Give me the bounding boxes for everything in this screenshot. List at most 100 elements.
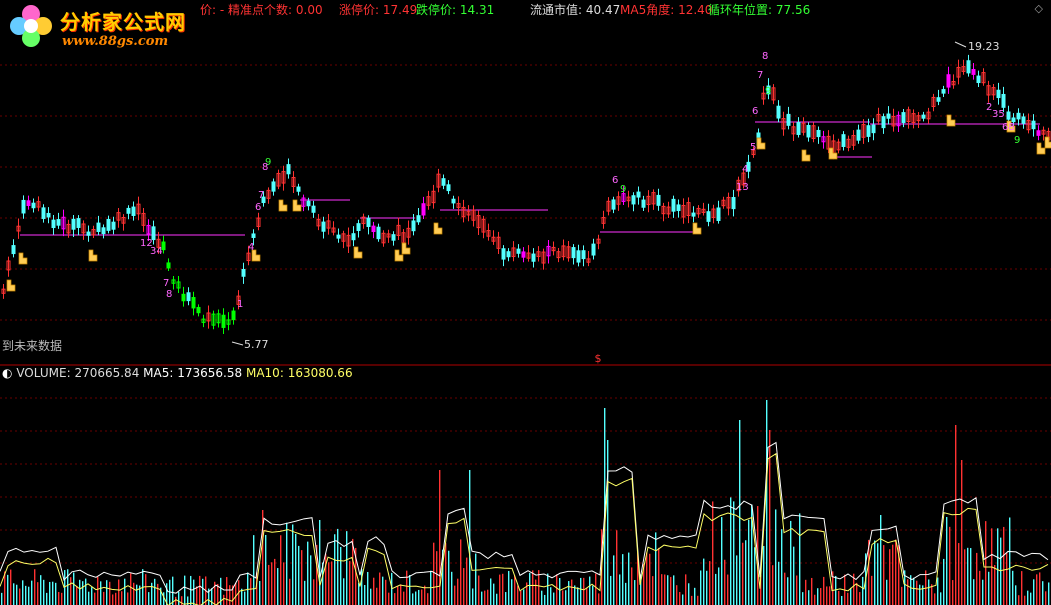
volume-bar [193, 579, 195, 605]
volume-bar [706, 570, 708, 605]
volume-bar [814, 594, 816, 605]
volume-bar [481, 591, 483, 605]
volume-bar [970, 548, 972, 605]
wave-count-label: 1 [237, 299, 243, 310]
volume-bar [460, 539, 462, 605]
volume-bar [247, 572, 249, 605]
volume-bar [319, 520, 321, 605]
volume-bar [541, 590, 543, 605]
volume-bar [145, 574, 147, 605]
volume-bar [820, 588, 822, 605]
volume-bar [28, 586, 30, 605]
wave-count-label: 8 [762, 51, 768, 62]
limit-up-value: 17.49 [382, 3, 418, 17]
volume-bar [547, 573, 549, 605]
volume-bar [745, 540, 747, 605]
volume-bar [499, 574, 501, 605]
volume-bar [901, 586, 903, 605]
volume-bar [424, 585, 426, 605]
volume-bar [7, 574, 9, 605]
grid-lines [0, 64, 1051, 564]
volume-bar [415, 591, 417, 605]
volume-bar [472, 588, 474, 605]
volume-bar [811, 577, 813, 605]
flower-logo-icon [10, 5, 52, 47]
volume-bar [511, 579, 513, 605]
volume-bar [838, 590, 840, 605]
header-float-cap: 流通市值: 40.47 [530, 1, 620, 17]
logo-title: 分析家公式网 [60, 10, 186, 34]
volume-bar [817, 588, 819, 605]
volume-bar [667, 575, 669, 605]
volume-bar [52, 581, 54, 605]
volume-bar [199, 575, 201, 605]
volume-bar [943, 558, 945, 605]
volume-bar [1003, 526, 1005, 605]
volume-bar [334, 534, 336, 605]
volume-bar [337, 528, 339, 605]
volume-bar [577, 587, 579, 605]
volume-bar [973, 579, 975, 605]
hand-pointer-icon [278, 199, 288, 212]
volume-bar [373, 577, 375, 605]
volume-bar [1048, 582, 1050, 605]
volume-bar [529, 572, 531, 605]
hand-pointer-icon [1036, 142, 1046, 155]
volume-bar [136, 584, 138, 605]
volume-bar [523, 589, 525, 605]
volume-bar [280, 535, 282, 605]
volume-bar [328, 562, 330, 605]
volume-bar [118, 579, 120, 605]
volume-bar [568, 581, 570, 605]
volume-bar [457, 578, 459, 605]
volume-bar [73, 572, 75, 605]
volume-bar [1024, 595, 1026, 605]
header-precise-count: 价: - 精准点个数: 0.00 [200, 1, 323, 17]
ma5-angle-label: MA5角度: [620, 3, 675, 17]
volume-bar [799, 513, 801, 605]
volume-bar [538, 570, 540, 605]
limit-down-value: 14.31 [459, 3, 495, 17]
volume-bar [130, 573, 132, 605]
volume-bar [259, 581, 261, 605]
volume-bar [580, 577, 582, 605]
ma5-value: 173656.58 [177, 366, 243, 380]
volume-ma10-line [0, 452, 1049, 605]
volume-bar [283, 562, 285, 605]
volume-bar [412, 593, 414, 605]
volume-bar [100, 581, 102, 605]
volume-bar [295, 533, 297, 605]
volume-bar [37, 582, 39, 605]
volume-bar [445, 543, 447, 605]
volume-bar [652, 576, 654, 605]
volume-bar [697, 595, 699, 605]
volume-bar [982, 579, 984, 605]
volume-bar [769, 430, 771, 605]
header-cycle: 循环年位置: 77.56 [708, 1, 810, 17]
volume-bar [952, 580, 954, 605]
low-pointer [231, 341, 244, 346]
volume-bar [622, 554, 624, 605]
wave-count-label: 8 [262, 162, 268, 173]
volume-bar [43, 579, 45, 605]
volume-bar [496, 593, 498, 605]
volume-bar [1027, 590, 1029, 605]
volume-bar [49, 581, 51, 605]
volume-ma5-line [0, 441, 1049, 594]
wave-count-labels: 9876411234788796541369235689 [140, 51, 1020, 310]
volume-bar [790, 520, 792, 605]
volume-bar [436, 551, 438, 605]
volume-bar [625, 582, 627, 605]
volume-bar [739, 420, 741, 605]
volume-bar [862, 576, 864, 605]
wave-count-label: 6 [612, 175, 618, 186]
stock-chart[interactable]: 9876411234788796541369235689 $ [0, 0, 1051, 605]
diamond-icon[interactable]: ◇ [1035, 2, 1043, 15]
volume-bar [403, 591, 405, 605]
volume-bar [388, 592, 390, 605]
volume-bar [742, 542, 744, 605]
volume-bar [544, 594, 546, 605]
wave-count-label: 9 [765, 86, 771, 97]
volume-bar [427, 593, 429, 605]
volume-bar [913, 577, 915, 605]
